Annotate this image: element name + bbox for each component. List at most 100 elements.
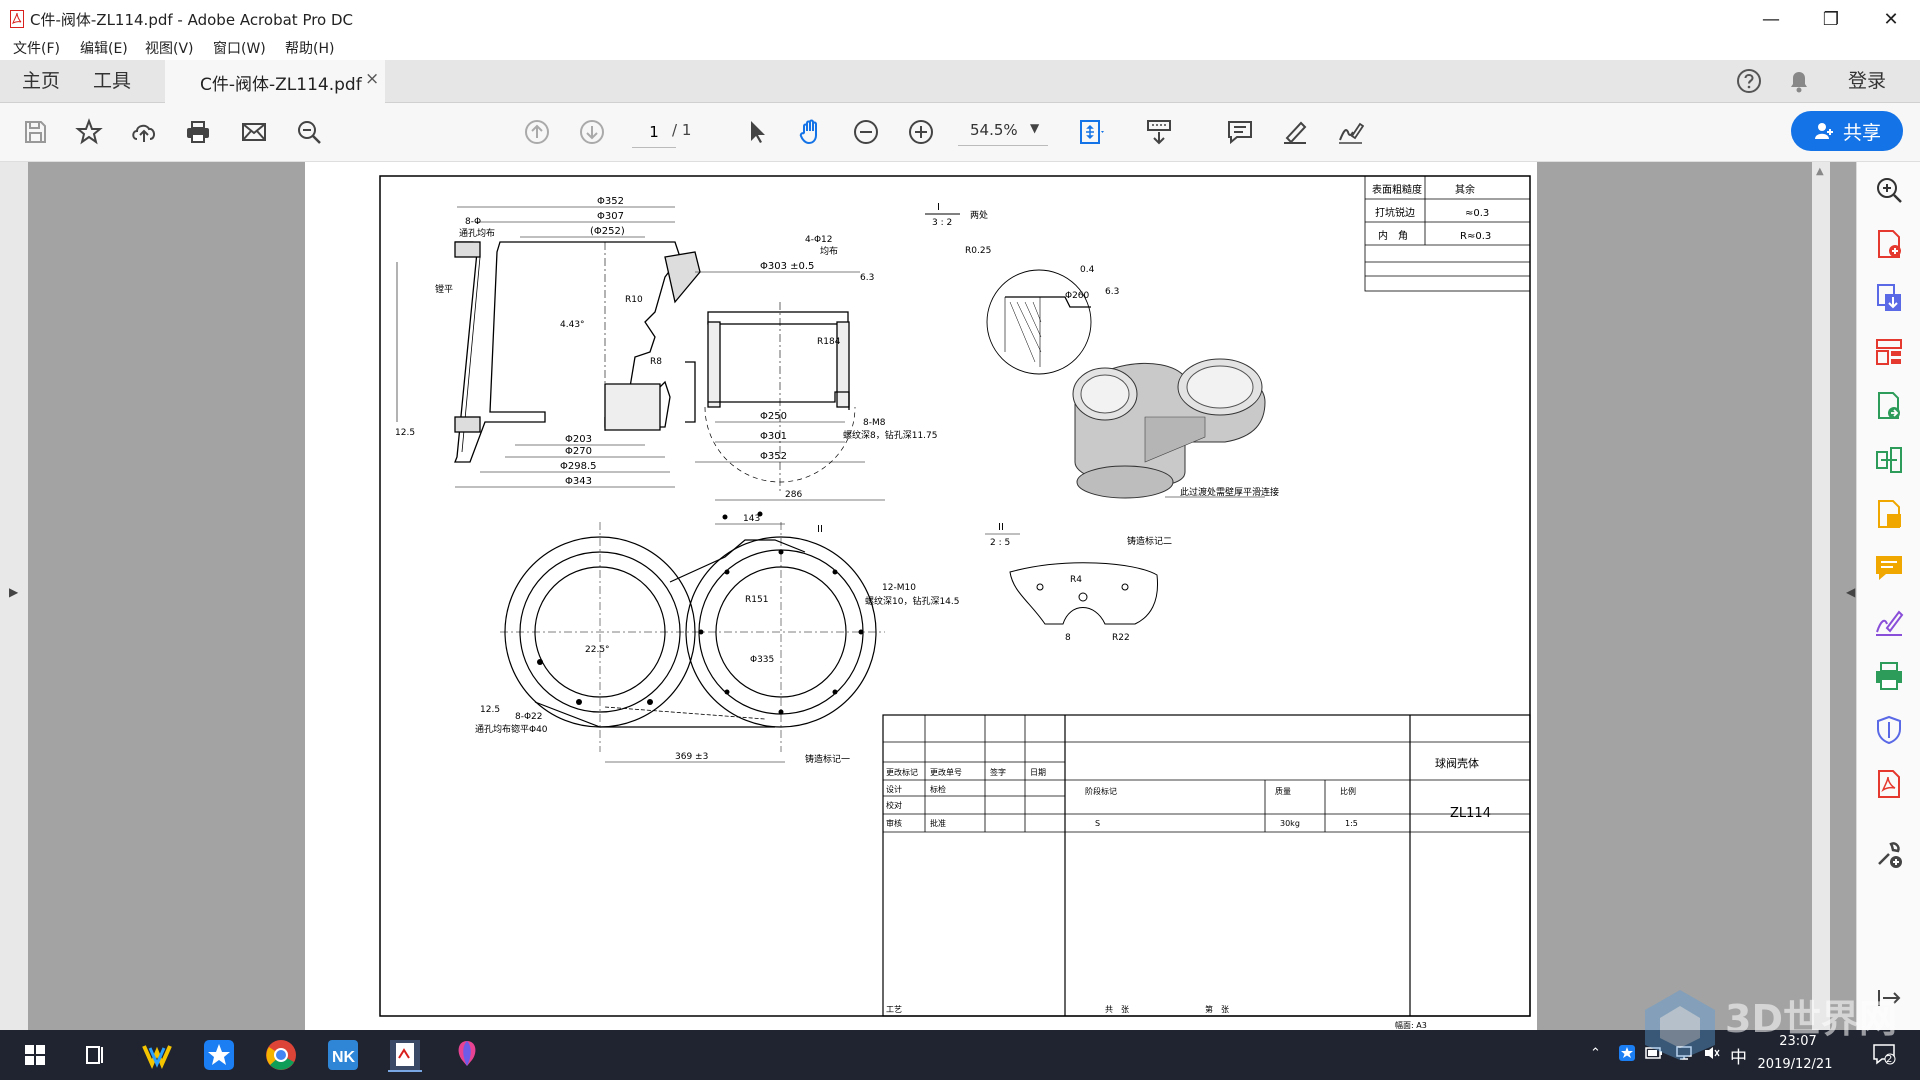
expand-left-panel-icon[interactable]: ▶ [9, 585, 18, 599]
tb-change-no: 更改单号 [930, 767, 962, 777]
menu-file[interactable]: 文件(F) [13, 38, 60, 60]
login-link[interactable]: 登录 [1848, 60, 1886, 102]
star-icon[interactable] [72, 115, 106, 149]
roughness-6-3: 6.3 [860, 273, 874, 283]
save-icon[interactable] [18, 115, 52, 149]
watermark-text: 3D世界网 [1725, 997, 1897, 1041]
menu-edit[interactable]: 编辑(E) [80, 38, 128, 60]
nk-app-icon[interactable]: NK [326, 1038, 360, 1072]
help-icon[interactable] [1736, 68, 1762, 94]
print-icon[interactable] [181, 115, 215, 149]
zoom-out-icon[interactable] [849, 115, 883, 149]
colorful-app-icon[interactable] [140, 1038, 174, 1072]
hand-tool-icon[interactable] [794, 115, 828, 149]
tb-scale-value: 1:5 [1345, 819, 1358, 828]
dim-8-phi22: 8-Φ22 [515, 712, 543, 722]
zoom-search-icon[interactable] [1873, 174, 1905, 206]
dim-143: 143 [743, 514, 760, 524]
dim-through-hole: 通孔均布 [459, 227, 495, 239]
previous-page-icon[interactable] [520, 115, 554, 149]
organize-pages-icon[interactable] [1873, 336, 1905, 368]
export-pdf-icon[interactable] [1873, 282, 1905, 314]
scroll-up-icon[interactable]: ▲ [1816, 166, 1824, 177]
detail-ii-scale: 2 : 5 [990, 538, 1010, 548]
pdf-page: 表面粗糙度 其余 打坑锐边 ≈0.3 内 角 R≈0.3 Φ352 Φ307 (… [305, 162, 1537, 1030]
fill-sign-icon[interactable] [1873, 606, 1905, 638]
part-name: 球阀壳体 [1435, 756, 1479, 770]
star-app-icon[interactable] [202, 1038, 236, 1072]
dim-r8: R8 [650, 357, 662, 367]
balloon-app-icon[interactable] [450, 1038, 484, 1072]
edit-pdf-icon[interactable] [1873, 444, 1905, 476]
dim-evenly-1: 均布 [820, 245, 838, 257]
highlight-pen-icon[interactable] [1278, 115, 1312, 149]
plan-view [500, 499, 885, 763]
search-zoom-icon[interactable] [292, 115, 326, 149]
collapse-right-panel-icon[interactable]: ◀ [1846, 585, 1855, 599]
select-cursor-icon[interactable] [740, 115, 774, 149]
minimize-button[interactable]: — [1741, 0, 1801, 38]
tb-stage-mark: 阶段标记 [1085, 786, 1117, 796]
detail-i-r025: R0.25 [965, 246, 991, 256]
dim-369: 369 ±3 [675, 752, 708, 762]
dim-4-phi12: 4-Φ12 [805, 235, 833, 245]
sign-icon[interactable] [1333, 115, 1367, 149]
tb-review: 审核 [886, 818, 902, 828]
more-tools-icon[interactable] [1873, 838, 1905, 870]
tb-design: 设计 [886, 784, 902, 794]
next-page-icon[interactable] [575, 115, 609, 149]
comment-tool-icon[interactable] [1873, 552, 1905, 584]
send-file-icon[interactable] [1873, 498, 1905, 530]
vertical-scrollbar[interactable]: ▲ [1812, 162, 1830, 1030]
watermark-logo: 3D世界网 [1645, 990, 1897, 1060]
add-person-icon [1814, 123, 1833, 139]
document-tab-close-icon[interactable]: × [365, 69, 379, 89]
email-icon[interactable] [237, 115, 271, 149]
dim-phi252: (Φ252) [590, 226, 625, 237]
tab-tools[interactable]: 工具 [93, 60, 131, 102]
share-button[interactable]: 共享 [1791, 111, 1903, 151]
tray-app-icon[interactable] [1618, 1044, 1636, 1062]
page-total: / 1 [672, 121, 692, 139]
dim-m10-depth: 螺纹深10，钻孔深14.5 [865, 595, 960, 607]
comment-icon[interactable] [1223, 115, 1257, 149]
page-number-input[interactable] [632, 117, 676, 148]
windows-start-icon[interactable] [18, 1038, 52, 1072]
task-view-icon[interactable] [78, 1038, 112, 1072]
combine-files-icon[interactable] [1873, 390, 1905, 422]
chrome-icon[interactable] [264, 1038, 298, 1072]
tab-home[interactable]: 主页 [22, 60, 60, 102]
acrobat-taskbar-icon[interactable] [388, 1038, 422, 1072]
menu-view[interactable]: 视图(V) [145, 38, 194, 60]
scan-icon[interactable] [1873, 660, 1905, 692]
zoom-in-icon[interactable] [904, 115, 938, 149]
dim-angle: 4.43° [560, 320, 585, 330]
maximize-button[interactable]: ❐ [1801, 0, 1861, 38]
zoom-dropdown[interactable]: 54.5% ▼ [958, 115, 1048, 146]
tab-document[interactable]: C件-阀体-ZL114.pdf × [165, 60, 385, 103]
tb-stage-s: S [1095, 819, 1100, 828]
tb-change-mark: 更改标记 [886, 767, 918, 777]
menu-help[interactable]: 帮助(H) [285, 38, 334, 60]
fit-page-icon[interactable] [1074, 115, 1108, 149]
tools-pane [1856, 162, 1920, 1030]
title-block [882, 714, 1531, 1017]
part-code: ZL114 [1450, 806, 1491, 821]
chevron-down-icon: ▼ [1030, 121, 1040, 135]
bell-icon[interactable] [1787, 68, 1811, 94]
dim-8-m8: 8-M8 [863, 418, 886, 428]
dim-phi298: Φ298.5 [560, 461, 597, 472]
scroll-mode-icon[interactable] [1142, 115, 1176, 149]
pdf-file-icon[interactable] [1873, 768, 1905, 800]
cloud-upload-icon[interactable] [127, 115, 161, 149]
dim-phi343: Φ343 [565, 476, 592, 487]
create-pdf-icon[interactable] [1873, 228, 1905, 260]
close-button[interactable]: ✕ [1861, 0, 1920, 38]
menu-window[interactable]: 窗口(W) [213, 38, 266, 60]
spec-row-3-value: R≈0.3 [1460, 231, 1491, 242]
dim-phi203: Φ203 [565, 434, 592, 445]
tray-chevron-up-icon[interactable]: ⌃ [1590, 1046, 1601, 1061]
protect-icon[interactable] [1873, 714, 1905, 746]
section-view [454, 241, 856, 492]
dim-8-phi: 8-Φ [465, 217, 481, 227]
